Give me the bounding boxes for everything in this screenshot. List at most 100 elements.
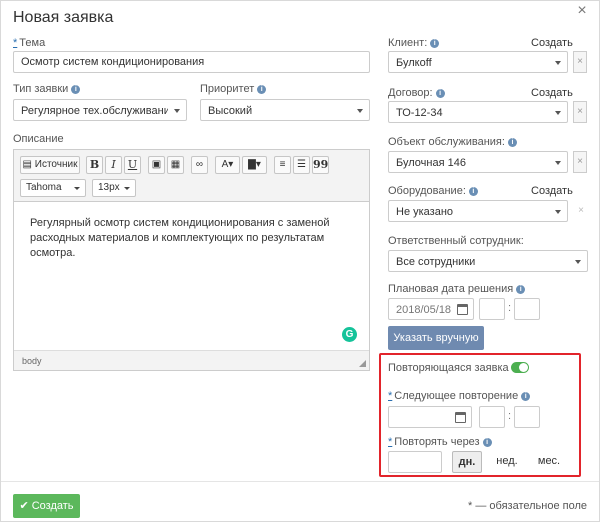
ordered-list-button[interactable]: ≡ — [274, 156, 291, 174]
subject-label: * Тема — [13, 37, 46, 49]
bg-color-button[interactable]: ▇▾ — [242, 156, 267, 174]
description-editor: ▤ Источник B I U ▣ ▦ ∞ A▾ ▇▾ ≡ ☰ 99 Taho… — [13, 149, 370, 371]
time-separator: : — [508, 410, 512, 422]
repeat-every-label: * Повторять через i — [388, 436, 492, 448]
calendar-icon[interactable] — [457, 304, 468, 315]
equipment-select[interactable]: Не указано — [388, 200, 568, 222]
contract-select[interactable]: ТО-12-34 — [388, 101, 568, 123]
responsible-label: Ответственный сотрудник: — [388, 235, 524, 247]
info-icon[interactable]: i — [430, 39, 440, 48]
next-repeat-label: * Следующее повторение i — [388, 390, 531, 402]
equipment-label: Оборудование: i — [388, 185, 478, 197]
italic-button[interactable]: I — [105, 156, 122, 174]
chevron-down-icon — [555, 210, 561, 214]
close-icon: × — [577, 156, 583, 167]
blockquote-button[interactable]: 99 — [312, 156, 329, 174]
required-note: * — обязательное поле — [468, 500, 587, 512]
close-icon[interactable]: × — [573, 3, 591, 21]
font-size-select[interactable]: 13px — [92, 179, 136, 197]
new-request-modal: Новая заявка × *Тема Тип заявкиi Регуляр… — [0, 0, 600, 522]
image-icon: ▣ — [151, 159, 162, 170]
modal-footer: ✔ Создать * — обязательное поле — [1, 481, 599, 521]
planned-date-label: Плановая дата решения i — [388, 283, 526, 295]
info-icon[interactable]: i — [507, 138, 517, 147]
grammarly-icon[interactable]: G — [342, 327, 357, 342]
chevron-down-icon — [74, 187, 80, 190]
element-path: body — [22, 356, 42, 366]
image-button[interactable]: ▣ — [148, 156, 165, 174]
chevron-down-icon — [124, 187, 130, 190]
info-icon[interactable]: i — [435, 89, 445, 98]
contract-label: Договор: i — [388, 87, 445, 99]
repeat-every-input[interactable] — [388, 451, 442, 473]
clear-equipment-icon[interactable]: × — [575, 200, 587, 222]
close-icon: × — [577, 56, 583, 67]
info-icon[interactable]: i — [516, 285, 526, 294]
unordered-list-button[interactable]: ☰ — [293, 156, 310, 174]
unordered-list-icon: ☰ — [297, 159, 306, 170]
modal-title: Новая заявка — [13, 9, 114, 26]
next-repeat-hour-input[interactable]: 00 — [479, 406, 505, 428]
info-icon[interactable]: i — [521, 392, 531, 401]
link-button[interactable]: ∞ — [191, 156, 208, 174]
quote-icon: 99 — [313, 158, 329, 171]
unit-months-button[interactable]: мес. — [533, 451, 565, 473]
text-color-icon: A▾ — [221, 159, 234, 170]
object-label: Объект обслуживания: i — [388, 136, 517, 148]
close-icon: × — [577, 106, 583, 117]
next-repeat-minute-input[interactable]: 00 — [514, 406, 540, 428]
recurring-label: Повторяющаяся заявкаi — [388, 362, 521, 374]
chevron-down-icon — [555, 61, 561, 65]
set-manually-button[interactable]: Указать вручную — [388, 326, 484, 350]
chevron-down-icon — [357, 109, 363, 113]
chevron-down-icon — [555, 111, 561, 115]
object-select[interactable]: Булочная 146 — [388, 151, 568, 173]
table-button[interactable]: ▦ — [167, 156, 184, 174]
create-contract-link[interactable]: Создать — [531, 87, 573, 99]
editor-toolbar: ▤ Источник B I U ▣ ▦ ∞ A▾ ▇▾ ≡ ☰ 99 Taho… — [14, 150, 369, 202]
client-select[interactable]: Булкоff — [388, 51, 568, 73]
create-button[interactable]: ✔ Создать — [13, 494, 80, 518]
editor-statusbar: body — [14, 350, 369, 370]
planned-date-input[interactable]: 2018/05/18 — [388, 298, 474, 320]
info-icon[interactable]: i — [257, 85, 267, 94]
create-client-link[interactable]: Создать — [531, 37, 573, 49]
priority-select[interactable]: Высокий — [200, 99, 370, 121]
clear-contract-button[interactable]: × — [573, 101, 587, 123]
link-icon: ∞ — [195, 159, 204, 170]
recurring-toggle[interactable] — [511, 362, 529, 373]
create-equipment-link[interactable]: Создать — [531, 185, 573, 197]
info-icon[interactable]: i — [71, 85, 81, 94]
next-repeat-date-input[interactable] — [388, 406, 472, 428]
info-icon[interactable]: i — [482, 438, 492, 447]
clear-object-button[interactable]: × — [573, 151, 587, 173]
client-label: Клиент: i — [388, 37, 440, 49]
bold-button[interactable]: B — [86, 156, 103, 174]
request-type-select[interactable]: Регулярное тех.обслуживание — [13, 99, 187, 121]
ordered-list-icon: ≡ — [279, 159, 286, 170]
underline-button[interactable]: U — [124, 156, 141, 174]
description-text[interactable]: Регулярный осмотр систем кондиционирован… — [14, 202, 369, 350]
responsible-select[interactable]: Все сотрудники — [388, 250, 588, 272]
calendar-icon[interactable] — [455, 412, 466, 423]
info-icon[interactable]: i — [468, 187, 478, 196]
resize-handle[interactable] — [359, 360, 366, 367]
source-button[interactable]: ▤ Источник — [20, 156, 80, 174]
source-icon: ▤ — [22, 159, 35, 170]
bg-color-icon: ▇▾ — [248, 159, 261, 170]
toggle-knob — [519, 363, 528, 372]
planned-hour-input[interactable]: 16 — [479, 298, 505, 320]
clear-client-button[interactable]: × — [573, 51, 587, 73]
subject-input[interactable] — [13, 51, 370, 73]
repeat-every-field[interactable] — [389, 452, 441, 472]
table-icon: ▦ — [170, 159, 181, 170]
unit-weeks-button[interactable]: нед. — [491, 451, 523, 473]
subject-input-field[interactable] — [14, 52, 369, 72]
chevron-down-icon — [555, 161, 561, 165]
font-family-select[interactable]: Tahoma — [20, 179, 86, 197]
time-separator: : — [508, 302, 512, 314]
unit-days-button[interactable]: дн. — [452, 451, 482, 473]
request-type-label: Тип заявки i — [13, 83, 81, 95]
planned-minute-input[interactable]: 37 — [514, 298, 540, 320]
text-color-button[interactable]: A▾ — [215, 156, 240, 174]
